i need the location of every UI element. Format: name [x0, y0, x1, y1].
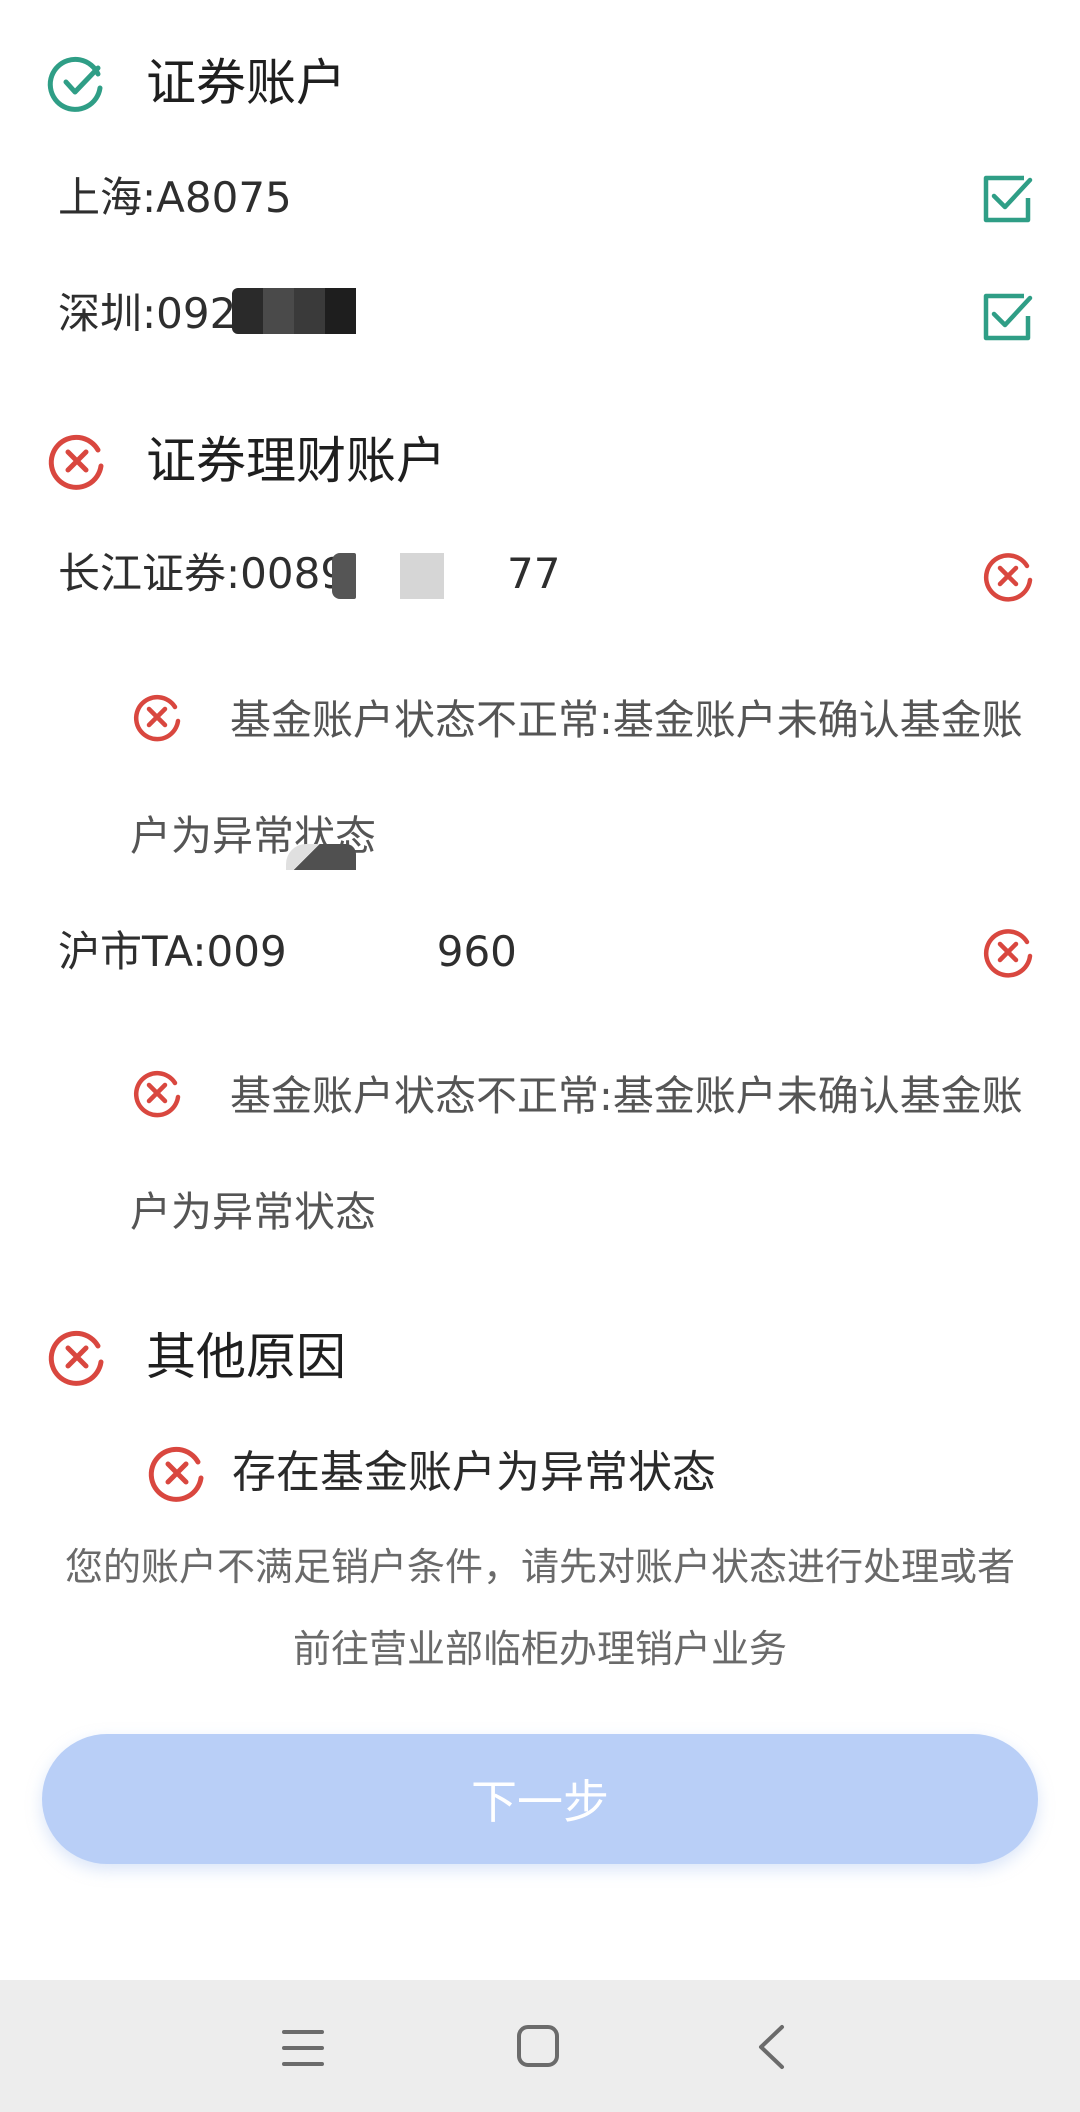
x-circle-icon [48, 1330, 104, 1386]
account-number-prefix: 沪市TA:009 [58, 927, 287, 976]
home-square-icon[interactable] [516, 2024, 560, 2068]
account-label-shenzhen: 深圳:092 [58, 289, 237, 338]
redaction-mask [232, 288, 356, 334]
other-reason-text: 存在基金账户为异常状态 [232, 1447, 716, 1498]
checked-box-icon[interactable] [980, 170, 1036, 226]
redaction-mask [286, 844, 356, 870]
account-number-prefix: 长江证券:0089 [58, 549, 348, 598]
redaction-mask [332, 553, 356, 599]
account-number-suffix: 77 [507, 549, 561, 598]
system-nav-bar [0, 1980, 1080, 2112]
back-chevron-icon[interactable] [756, 2024, 786, 2070]
notice-text: 您的账户不满足销户条件，请先对账户状态进行处理或者前往营业部临柜办理销户业务 [64, 1545, 1015, 1671]
x-circle-icon[interactable] [980, 924, 1036, 980]
x-circle-icon [148, 1446, 204, 1502]
section-title-other: 其他原因 [146, 1328, 346, 1386]
error-message: 基金账户状态不正常:基金账户未确认基金账户为异常状态 [130, 696, 1023, 860]
section-title-wealth: 证券理财账户 [146, 432, 446, 490]
menu-icon[interactable] [282, 2028, 324, 2068]
account-label-shanghai: 上海:A8075 [58, 173, 292, 222]
section-title-securities: 证券账户 [146, 54, 346, 112]
redaction-mask [400, 553, 444, 599]
account-label-changjiang: 长江证券:0089 77 [58, 546, 561, 602]
x-circle-icon[interactable] [980, 548, 1036, 604]
account-number-suffix: 960 [436, 927, 517, 976]
error-message: 基金账户状态不正常:基金账户未确认基金账户为异常状态 [130, 1072, 1023, 1236]
x-circle-icon [48, 434, 104, 490]
checked-box-icon[interactable] [980, 288, 1036, 344]
check-circle-icon [47, 56, 103, 112]
account-label-shanghai-ta: 沪市TA:009 960 [58, 924, 517, 980]
next-step-button[interactable]: 下一步 [42, 1734, 1038, 1864]
